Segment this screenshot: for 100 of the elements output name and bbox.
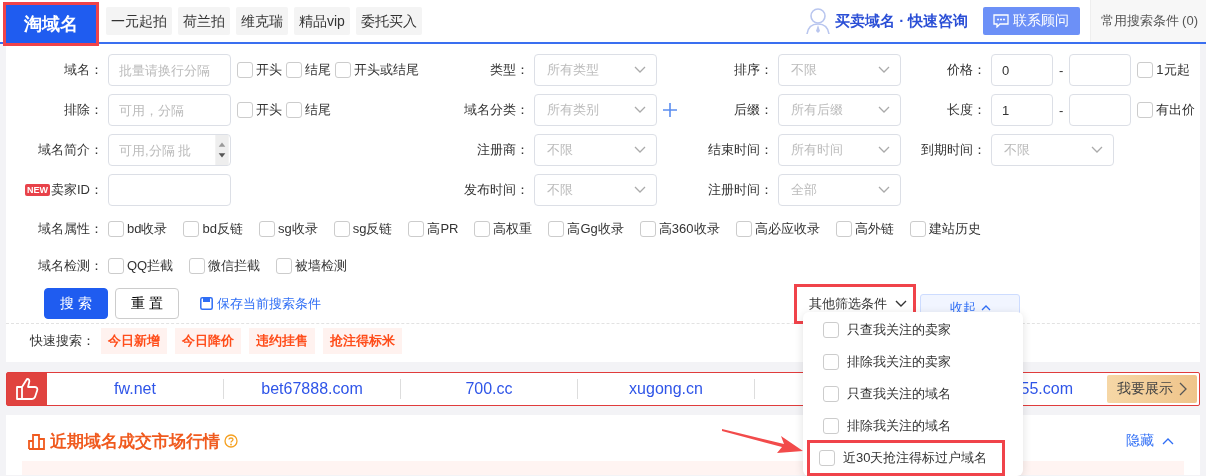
new-badge: NEW — [25, 184, 50, 196]
chat-icon — [993, 14, 1009, 28]
chevron-down-icon — [878, 106, 890, 114]
checkbox-label: 开头或结尾 — [354, 61, 419, 79]
input-field[interactable]: 可用，分隔 — [108, 94, 231, 126]
field-label: 价格： — [947, 61, 986, 79]
chevron-down-icon — [1091, 146, 1103, 154]
consult-text: 买卖域名 · 快速咨询 — [835, 11, 969, 31]
checkbox[interactable] — [335, 62, 351, 78]
field-label: 到期时间： — [921, 141, 986, 159]
input-field[interactable] — [108, 174, 231, 206]
checkbox-label: 高360收录 — [658, 219, 720, 238]
field-label: 长度： — [947, 101, 986, 119]
domain-link[interactable]: xugong.cn — [629, 380, 703, 397]
checkbox-label: bd反链 — [202, 219, 243, 238]
checkbox[interactable] — [1137, 62, 1154, 78]
save-search-link[interactable]: 保存当前搜索条件 — [200, 294, 321, 313]
contact-button[interactable]: 联系顾问 — [982, 7, 1080, 35]
checkbox-label: 高Gg收录 — [567, 219, 624, 238]
chevron-down-icon — [634, 186, 646, 194]
domain-link[interactable]: 700.cc — [465, 380, 513, 397]
checkbox[interactable] — [286, 62, 302, 78]
checkbox[interactable] — [474, 220, 491, 237]
checkbox[interactable] — [237, 62, 253, 78]
checkbox-label: 被墙检测 — [295, 256, 348, 275]
checkbox[interactable] — [735, 220, 752, 237]
quick-search-tag[interactable]: 抢注得标米 — [323, 328, 402, 354]
checkbox-label: 高PR — [427, 219, 459, 238]
quick-search-tag[interactable]: 违约挂售 — [249, 328, 315, 354]
logo[interactable]: 淘域名 — [6, 5, 96, 43]
saved-searches-tab[interactable]: 常用搜索条件 (0) — [1089, 0, 1206, 42]
checkbox[interactable] — [237, 102, 253, 118]
chevron-right-icon — [1179, 382, 1187, 396]
field-label: 注册商： — [477, 141, 529, 159]
menu-item[interactable]: 排除我关注的卖家 — [808, 346, 1018, 378]
search-button[interactable]: 搜 索 — [44, 288, 108, 319]
checkbox-label: bd收录 — [127, 219, 168, 238]
field-label: 发布时间： — [464, 181, 529, 199]
person-icon — [805, 7, 832, 35]
nav-tab[interactable]: 荷兰拍 — [178, 7, 230, 35]
help-icon — [224, 434, 238, 448]
field-label: 排除： — [64, 101, 103, 119]
checkbox-label: 高权重 — [493, 219, 533, 238]
checkbox[interactable] — [189, 257, 206, 274]
nav-tab[interactable]: 一元起拍 — [106, 7, 172, 35]
menu-item[interactable]: 排除我关注的域名 — [808, 410, 1018, 442]
quick-search-tag[interactable]: 今日降价 — [175, 328, 241, 354]
checkbox-label: 结尾 — [305, 101, 331, 119]
reset-button[interactable]: 重 置 — [115, 288, 179, 319]
checkbox-label: 建站历史 — [928, 219, 981, 238]
checkbox[interactable] — [276, 257, 293, 274]
input-field[interactable]: 批量请换行分隔 — [108, 54, 231, 86]
checkbox[interactable] — [183, 220, 200, 237]
field-label: 注册时间： — [708, 181, 773, 199]
field-label: 域名简介： — [38, 141, 103, 159]
checkbox-label: 结尾 — [305, 61, 331, 79]
checkbox[interactable] — [548, 220, 565, 237]
checkbox[interactable] — [639, 220, 656, 237]
input-field[interactable]: 1 — [991, 94, 1053, 126]
checkbox[interactable] — [408, 220, 425, 237]
checkbox[interactable] — [835, 220, 852, 237]
nav-tab[interactable]: 维克瑞 — [236, 7, 288, 35]
domain-link[interactable]: fw.net — [114, 380, 156, 397]
checkbox-label: sg反链 — [352, 219, 393, 238]
field-label: 域名属性： — [38, 219, 103, 238]
checkbox-label: 微信拦截 — [208, 256, 261, 275]
checkbox[interactable] — [108, 257, 124, 274]
checkbox-label: QQ拦截 — [127, 256, 174, 275]
input-field[interactable]: 0 — [991, 54, 1053, 86]
input-field[interactable] — [1069, 54, 1132, 86]
checkbox-label: 有出价 — [1156, 101, 1196, 119]
checkbox-label: 高外链 — [854, 219, 894, 238]
checkbox-label: 开头 — [256, 101, 282, 119]
chevron-down-icon — [634, 106, 646, 114]
checkbox[interactable] — [286, 102, 302, 118]
checkbox[interactable] — [108, 220, 124, 237]
field-label: 后缀： — [734, 101, 773, 119]
chevron-down-icon — [634, 66, 646, 74]
quick-search-tag[interactable]: 今日新增 — [101, 328, 167, 354]
quick-search-label: 快速搜索： — [30, 332, 95, 350]
checkbox[interactable] — [258, 220, 275, 237]
menu-item[interactable]: 近30天抢注得标过户域名 — [809, 442, 1003, 474]
chevron-down-icon — [895, 299, 907, 308]
field-label: 卖家ID： — [51, 181, 103, 199]
nav-tab[interactable]: 委托买入 — [355, 7, 422, 35]
checkbox-label: 1元起 — [1156, 61, 1190, 79]
chevron-down-icon — [634, 146, 646, 154]
field-label: 域名检测： — [38, 256, 103, 275]
nav-tab[interactable]: 精品vip — [294, 7, 350, 35]
checkbox[interactable] — [333, 220, 350, 237]
field-label: 结束时间： — [708, 141, 773, 159]
hide-link[interactable]: 隐藏 — [1126, 432, 1174, 450]
field-label: 排序： — [734, 61, 773, 79]
show-mine-button[interactable]: 我要展示 — [1107, 375, 1197, 403]
input-field[interactable] — [1069, 94, 1132, 126]
menu-item[interactable]: 只查我关注的域名 — [808, 378, 1018, 410]
checkbox[interactable] — [909, 220, 926, 237]
domain-link[interactable]: bet67888.com — [261, 380, 363, 397]
spinner-arrows-icon — [214, 135, 230, 165]
checkbox[interactable] — [1137, 102, 1154, 118]
